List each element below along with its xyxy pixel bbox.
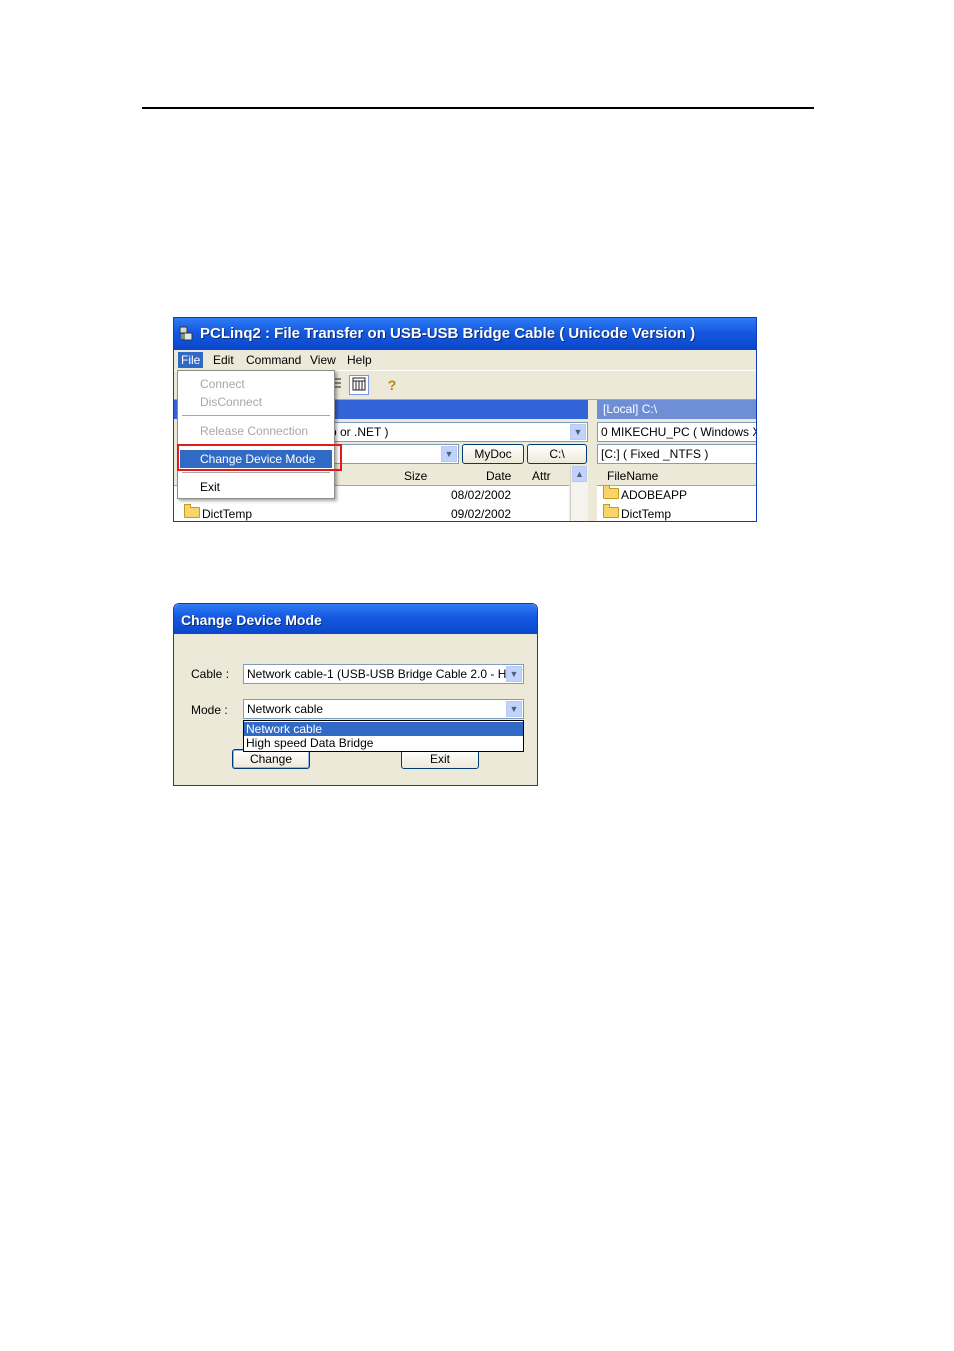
folder-icon — [603, 504, 619, 518]
column-date[interactable]: Date — [486, 469, 511, 483]
file-name: ADOBEAPP — [621, 488, 688, 502]
panel-splitter[interactable] — [588, 400, 597, 521]
right-drive-value: [C:] ( Fixed _NTFS ) — [601, 447, 709, 461]
menu-item-connect[interactable]: Connect — [180, 375, 332, 393]
right-panel-path: [Local] C:\ — [603, 402, 658, 416]
mode-option-label: Network cable — [246, 722, 323, 736]
chevron-down-icon[interactable]: ▼ — [441, 446, 457, 462]
cable-select[interactable]: Network cable-1 (USB-USB Bridge Cable 2.… — [243, 664, 524, 684]
right-file-list: FileName ADOBEAPP DictTemp — [597, 466, 756, 521]
mode-option-network-cable[interactable]: Network cable — [244, 722, 523, 736]
cable-value: Network cable-1 (USB-USB Bridge Cable 2.… — [247, 667, 523, 681]
mode-value: Network cable — [247, 702, 324, 716]
right-computer-value: 0 MIKECHU_PC ( Windows Xp — [601, 425, 757, 439]
folder-icon — [603, 485, 619, 499]
menu-command[interactable]: Command — [243, 352, 304, 368]
menu-item-label: Exit — [200, 480, 221, 494]
menu-bar: File Edit Command View Help — [174, 350, 756, 370]
dialog-title: Change Device Mode — [181, 612, 322, 628]
menu-item-label: DisConnect — [200, 395, 263, 409]
menu-item-release-connection[interactable]: Release Connection — [180, 422, 332, 440]
right-computer-combo[interactable]: 0 MIKECHU_PC ( Windows Xp — [597, 422, 757, 442]
right-panel-header: [Local] C:\ — [597, 400, 756, 419]
mode-select[interactable]: Network cable ▼ — [243, 699, 524, 719]
dialog-title-bar: Change Device Mode — [174, 604, 537, 634]
app-icon — [179, 326, 193, 341]
exit-button[interactable]: Exit — [401, 749, 479, 769]
title-bar: PCLinq2 : File Transfer on USB-USB Bridg… — [174, 318, 756, 350]
chevron-down-icon[interactable]: ▼ — [570, 424, 586, 440]
dialog-body: Cable : Network cable-1 (USB-USB Bridge … — [174, 634, 537, 785]
highlight-callout — [177, 444, 342, 471]
menu-item-exit[interactable]: Exit — [180, 478, 332, 496]
menu-help[interactable]: Help — [344, 352, 375, 368]
help-icon[interactable]: ? — [382, 375, 402, 395]
file-menu-dropdown: Connect DisConnect Release Connection Ch… — [177, 370, 335, 499]
menu-separator — [182, 415, 330, 416]
right-drive-combo[interactable]: [C:] ( Fixed _NTFS ) — [597, 444, 756, 464]
menu-separator — [182, 472, 330, 473]
menu-view[interactable]: View — [307, 352, 339, 368]
scroll-up-icon[interactable]: ▲ — [572, 466, 587, 482]
folder-icon — [184, 504, 200, 518]
file-name: DictTemp — [621, 507, 672, 521]
main-window: PCLinq2 : File Transfer on USB-USB Bridg… — [173, 317, 757, 522]
file-date: 09/02/2002 — [451, 507, 512, 521]
left-drive-combo[interactable]: ▼ — [326, 444, 459, 464]
chevron-down-icon[interactable]: ▼ — [506, 666, 522, 682]
menu-item-label: Connect — [200, 377, 245, 391]
c-root-button[interactable]: C:\ — [527, 444, 587, 464]
menu-item-disconnect[interactable]: DisConnect — [180, 393, 332, 411]
left-connection-value: p or .NET ) — [330, 425, 389, 439]
list-item[interactable]: ADOBEAPP — [597, 485, 756, 505]
list-item[interactable]: DictTemp 09/02/2002 — [174, 504, 569, 521]
left-connection-combo[interactable]: p or .NET ) ▼ — [326, 422, 588, 442]
file-name: DictTemp — [202, 507, 253, 521]
window-title: PCLinq2 : File Transfer on USB-USB Bridg… — [200, 325, 696, 342]
column-size[interactable]: Size — [404, 469, 427, 483]
list-item[interactable]: DictTemp — [597, 504, 756, 521]
menu-edit[interactable]: Edit — [210, 352, 237, 368]
details-view-icon[interactable] — [349, 375, 369, 395]
column-filename[interactable]: FileName — [607, 469, 658, 483]
right-list-header: FileName — [597, 466, 756, 486]
menu-item-label: Release Connection — [200, 424, 309, 438]
mode-options-list: Network cable High speed Data Bridge — [243, 720, 524, 752]
header-rule — [142, 107, 814, 109]
mode-option-label: High speed Data Bridge — [246, 736, 374, 750]
mode-label: Mode : — [191, 703, 228, 717]
chevron-down-icon[interactable]: ▼ — [506, 701, 522, 717]
mode-option-high-speed-data-bridge[interactable]: High speed Data Bridge — [244, 736, 523, 750]
mydoc-button[interactable]: MyDoc — [462, 444, 524, 464]
change-button[interactable]: Change — [232, 749, 310, 769]
left-scrollbar[interactable]: ▲ — [570, 466, 588, 521]
column-attr[interactable]: Attr — [532, 469, 551, 483]
change-device-mode-dialog: Change Device Mode Cable : Network cable… — [173, 603, 538, 786]
cable-label: Cable : — [191, 667, 230, 681]
file-date: 08/02/2002 — [451, 488, 512, 502]
menu-file[interactable]: File — [178, 352, 204, 368]
